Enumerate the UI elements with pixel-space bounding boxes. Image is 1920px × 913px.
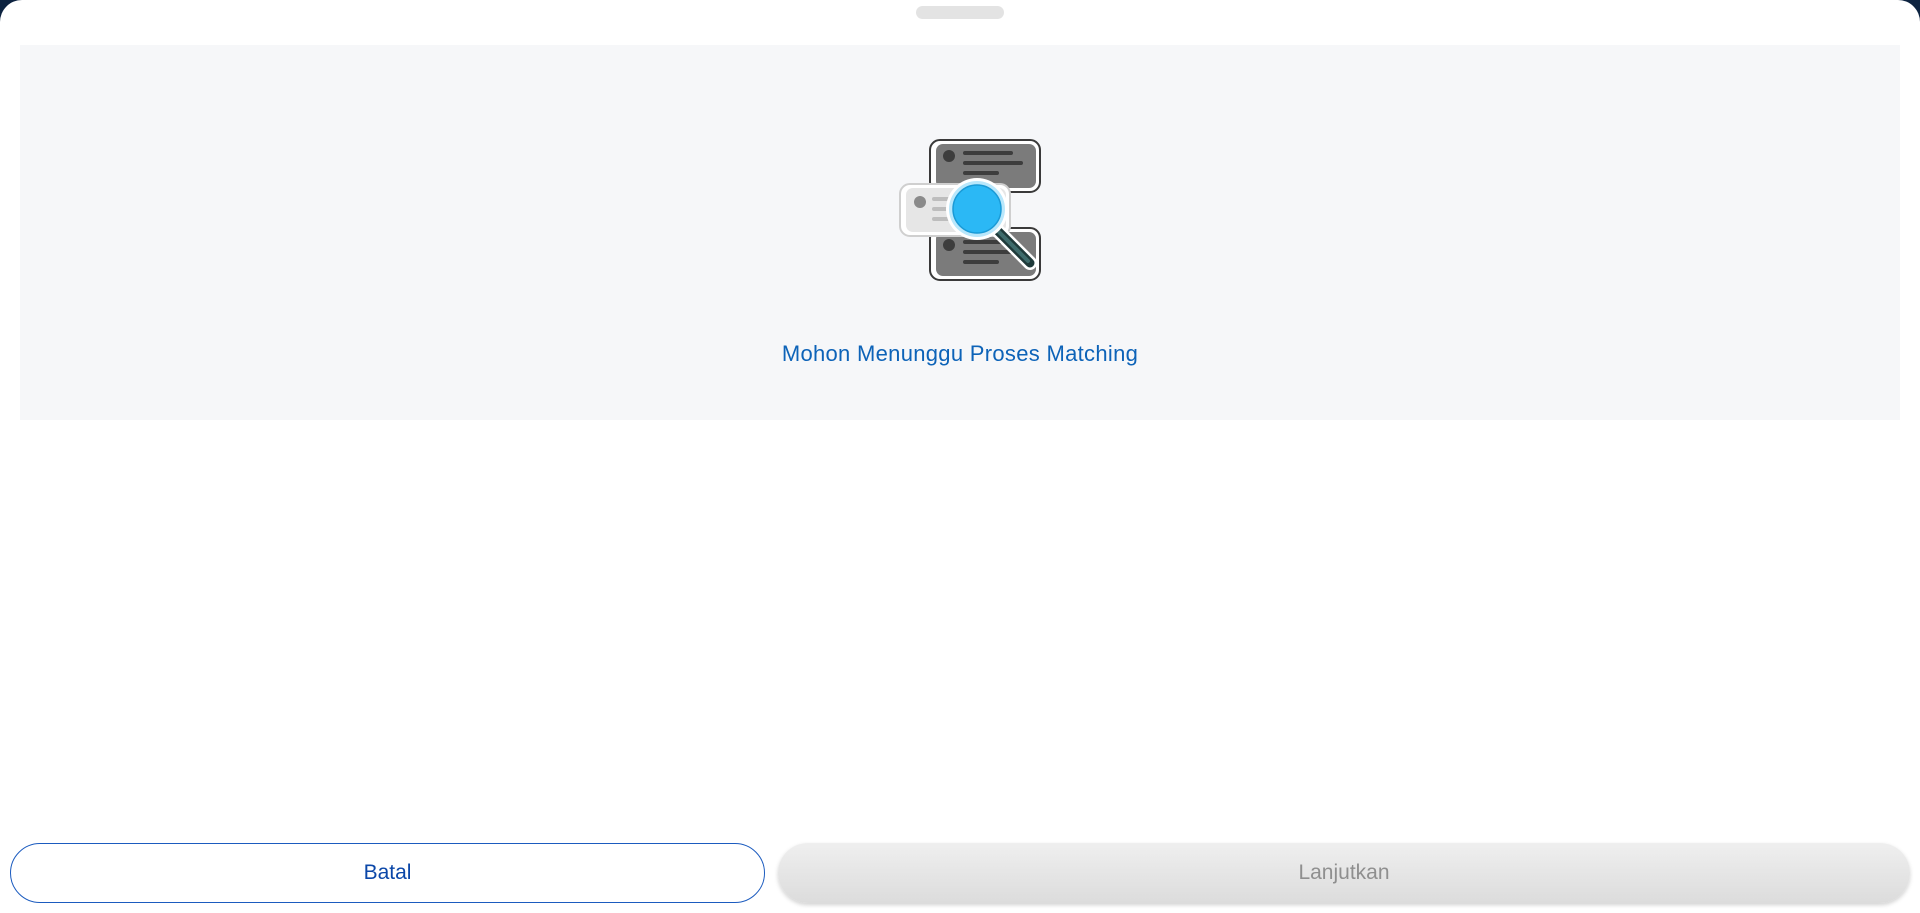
bottom-sheet: Mohon Menunggu Proses Matching Batal Lan…: [0, 0, 1920, 913]
drag-handle[interactable]: [916, 6, 1004, 19]
cancel-button[interactable]: Batal: [10, 843, 765, 903]
continue-button[interactable]: Lanjutkan: [778, 843, 1910, 903]
matching-status-panel: Mohon Menunggu Proses Matching: [20, 45, 1900, 420]
document-search-icon: [899, 139, 1041, 281]
status-message: Mohon Menunggu Proses Matching: [781, 341, 1139, 366]
